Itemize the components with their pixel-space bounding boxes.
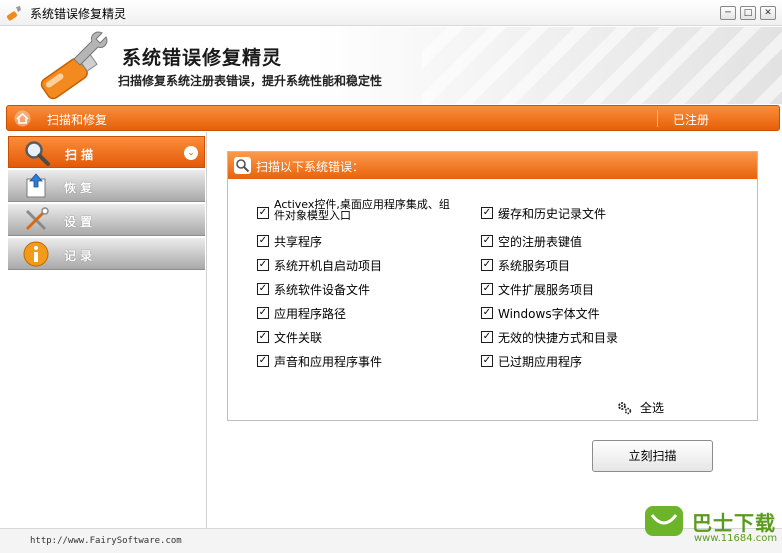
sidebar-item-scan[interactable]: 扫 描 ⌄ xyxy=(8,136,205,168)
watermark-text: 巴士下载 xyxy=(692,511,776,535)
magnifier-icon xyxy=(25,141,50,166)
sidebar-item-settings[interactable]: 设 置 xyxy=(8,204,205,236)
window-title: 系统错误修复精灵 xyxy=(30,7,127,21)
nav-divider xyxy=(657,110,658,127)
check-label: Activex控件,桌面应用程序集成、组件对象模型入口 xyxy=(274,198,450,222)
checkbox[interactable]: ✓ xyxy=(257,207,269,219)
checkbox[interactable]: ✓ xyxy=(257,331,269,343)
check-label: 应用程序路径 xyxy=(274,307,347,321)
check-label: 缓存和历史记录文件 xyxy=(498,207,607,221)
header-stripes xyxy=(422,27,782,104)
checkbox[interactable]: ✓ xyxy=(481,259,493,271)
app-title: 系统错误修复精灵 xyxy=(122,47,283,69)
sidebar-item-log[interactable]: 记 录 xyxy=(8,238,205,270)
search-icon xyxy=(234,157,251,174)
checkbox[interactable]: ✓ xyxy=(257,355,269,367)
checkbox[interactable]: ✓ xyxy=(257,283,269,295)
check-label: 文件关联 xyxy=(274,331,323,345)
header-banner: 系统错误修复精灵 扫描修复系统注册表错误，提升系统性能和稳定性 xyxy=(0,27,782,104)
checkbox[interactable]: ✓ xyxy=(481,283,493,295)
sidebar-item-restore[interactable]: 恢 复 xyxy=(8,170,205,202)
checkbox[interactable]: ✓ xyxy=(257,235,269,247)
checkbox[interactable]: ✓ xyxy=(481,207,493,219)
check-label: 无效的快捷方式和目录 xyxy=(498,331,619,345)
app-icon xyxy=(6,6,21,21)
check-label: Windows字体文件 xyxy=(498,307,600,321)
check-label: 空的注册表键值 xyxy=(498,235,583,249)
footer-url[interactable]: http://www.FairySoftware.com xyxy=(30,536,182,546)
watermark-logo-icon xyxy=(645,506,683,536)
panel-header: 扫描以下系统错误： xyxy=(228,152,757,179)
gears-icon xyxy=(618,402,632,415)
check-label: 系统开机自启动项目 xyxy=(274,259,383,273)
check-label: 系统软件设备文件 xyxy=(274,283,371,297)
title-bar: 系统错误修复精灵 ─ □ ✕ xyxy=(0,0,782,26)
maximize-button[interactable]: □ xyxy=(740,6,756,20)
app-subtitle: 扫描修复系统注册表错误，提升系统性能和稳定性 xyxy=(118,74,383,88)
home-icon[interactable] xyxy=(14,110,31,127)
sidebar-item-label: 恢 复 xyxy=(64,181,93,195)
info-icon xyxy=(23,241,49,267)
registration-status: 已注册 xyxy=(673,113,710,127)
check-label: 系统服务项目 xyxy=(498,259,571,273)
checkbox[interactable]: ✓ xyxy=(257,259,269,271)
tools-icon xyxy=(25,207,49,231)
watermark: 巴士下载 www.11684.com xyxy=(640,499,780,551)
minimize-button[interactable]: ─ xyxy=(720,6,736,20)
scan-now-button[interactable]: 立刻扫描 xyxy=(592,440,713,472)
nav-bar: 扫描和修复 已注册 xyxy=(6,105,780,131)
check-label: 文件扩展服务项目 xyxy=(498,283,595,297)
sidebar-item-label: 记 录 xyxy=(64,249,93,263)
close-button[interactable]: ✕ xyxy=(760,6,776,20)
checkbox[interactable]: ✓ xyxy=(481,331,493,343)
select-all-label: 全选 xyxy=(640,401,665,415)
nav-title: 扫描和修复 xyxy=(47,113,108,127)
check-label: 共享程序 xyxy=(274,235,323,249)
sidebar-item-label: 设 置 xyxy=(64,215,93,229)
check-label: 已过期应用程序 xyxy=(498,355,583,369)
panel-title: 扫描以下系统错误： xyxy=(256,160,365,174)
restore-icon xyxy=(26,173,46,198)
checkbox[interactable]: ✓ xyxy=(481,235,493,247)
checkbox[interactable]: ✓ xyxy=(481,307,493,319)
sidebar: 扫 描 ⌄ 恢 复 设 置 记 录 xyxy=(6,132,207,528)
sidebar-item-label: 扫 描 xyxy=(65,148,94,162)
check-label: 声音和应用程序事件 xyxy=(274,355,383,369)
checkbox[interactable]: ✓ xyxy=(257,307,269,319)
scan-options-panel: 扫描以下系统错误： ✓ Activex控件,桌面应用程序集成、组件对象模型入口 … xyxy=(227,151,758,421)
checkbox[interactable]: ✓ xyxy=(481,355,493,367)
watermark-url: www.11684.com xyxy=(694,533,778,544)
wrench-usb-icon xyxy=(40,31,108,100)
chevron-down-icon[interactable]: ⌄ xyxy=(184,146,198,160)
